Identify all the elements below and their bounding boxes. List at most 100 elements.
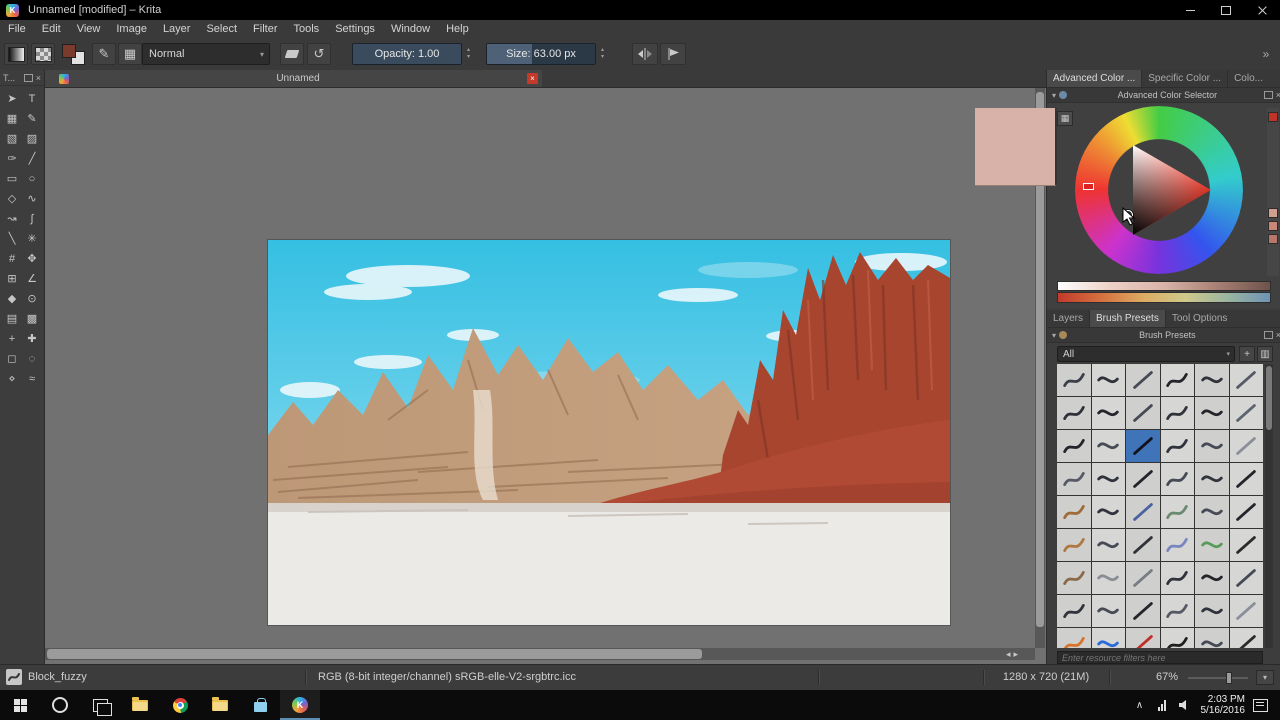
menu-image[interactable]: Image <box>108 20 155 38</box>
brush-preset-thumbnail[interactable] <box>1092 430 1126 462</box>
brush-preset-thumbnail[interactable] <box>1230 430 1264 462</box>
preset-grid-scrollbar[interactable] <box>1265 364 1273 648</box>
brush-preset-thumbnail[interactable] <box>1195 397 1229 429</box>
saturation-value-triangle[interactable] <box>1075 106 1243 274</box>
brush-preset-thumbnail[interactable] <box>1092 364 1126 396</box>
assistants-tool[interactable]: + <box>3 329 22 348</box>
tab-brush-presets[interactable]: Brush Presets <box>1090 310 1166 327</box>
document-tab[interactable]: Unnamed × <box>45 70 542 87</box>
brush-preset-thumbnail[interactable] <box>1195 562 1229 594</box>
pattern-tool[interactable]: ▩ <box>23 309 42 328</box>
color-history-swatch[interactable] <box>1268 234 1278 244</box>
start-button[interactable] <box>0 690 40 720</box>
tab-layers[interactable]: Layers <box>1047 310 1090 327</box>
brush-preset-thumbnail[interactable] <box>1161 628 1195 648</box>
brush-preset-thumbnail[interactable] <box>1126 562 1160 594</box>
brush-preset-thumbnail[interactable] <box>1126 496 1160 528</box>
opacity-slider[interactable]: Opacity: 1.00 <box>352 43 462 65</box>
brush-preset-thumbnail[interactable] <box>1092 595 1126 627</box>
brush-preset-thumbnail[interactable] <box>1161 430 1195 462</box>
zoom-slider[interactable] <box>1188 677 1248 679</box>
brush-preset-thumbnail[interactable] <box>1195 628 1229 648</box>
close-docker-icon[interactable]: × <box>36 73 41 83</box>
maximize-button[interactable] <box>1208 0 1244 20</box>
show-hidden-icons-button[interactable]: ∧ <box>1129 690 1151 720</box>
close-docker-icon[interactable]: × <box>1276 90 1280 100</box>
crop-tool[interactable]: # <box>3 249 22 268</box>
resource-filter-input[interactable] <box>1057 651 1263 664</box>
reload-preset-button[interactable]: ↺ <box>307 43 331 65</box>
line-tool[interactable]: ╱ <box>23 149 42 168</box>
gradient-chooser-button[interactable] <box>4 43 28 65</box>
brush-preset-thumbnail[interactable] <box>1230 364 1264 396</box>
freehand-brush-tool[interactable]: ✑ <box>3 149 22 168</box>
pattern-edit-tool[interactable]: ▨ <box>23 129 42 148</box>
brush-preset-thumbnail[interactable] <box>1126 529 1160 561</box>
brush-preset-thumbnail[interactable] <box>1195 529 1229 561</box>
blending-mode-dropdown[interactable]: Normal ▾ <box>142 43 270 65</box>
taskbar-clock[interactable]: 2:03 PM 5/16/2016 <box>1201 694 1246 716</box>
brush-preset-thumbnail[interactable] <box>1230 595 1264 627</box>
brush-preset-thumbnail[interactable] <box>1057 430 1091 462</box>
dynamic-brush-tool[interactable]: ╲ <box>3 229 22 248</box>
collapse-arrow-icon[interactable]: ▾ <box>1052 331 1056 340</box>
foreground-color-swatch[interactable] <box>62 44 76 58</box>
brush-preset-thumbnail[interactable] <box>1092 628 1126 648</box>
horizontal-scrollbar[interactable]: ◂▸ <box>45 648 1035 660</box>
brush-preset-thumbnail[interactable] <box>1195 430 1229 462</box>
menu-layer[interactable]: Layer <box>155 20 199 38</box>
menu-help[interactable]: Help <box>438 20 477 38</box>
color-history-swatch[interactable] <box>1268 221 1278 231</box>
float-docker-icon[interactable] <box>1264 331 1273 339</box>
brush-preset-thumbnail[interactable] <box>1161 595 1195 627</box>
multibrush-tool[interactable]: ✳ <box>23 229 42 248</box>
tab-tool-options[interactable]: Tool Options <box>1166 310 1280 327</box>
brush-preset-thumbnail[interactable] <box>1092 463 1126 495</box>
mirror-vertical-button[interactable] <box>660 43 686 65</box>
krita-taskbar-button[interactable]: K <box>280 690 320 720</box>
menu-tools[interactable]: Tools <box>286 20 328 38</box>
close-button[interactable] <box>1244 0 1280 20</box>
eraser-mode-button[interactable] <box>280 43 304 65</box>
ellipse-select-tool[interactable]: ◌ <box>23 349 42 368</box>
brush-preset-thumbnail[interactable] <box>1092 529 1126 561</box>
brush-preset-thumbnail[interactable] <box>1126 397 1160 429</box>
rect-select-tool[interactable]: ◻ <box>3 349 22 368</box>
transform-tool[interactable]: ⊞ <box>3 269 22 288</box>
freehand-select-tool[interactable]: ≈ <box>23 369 42 388</box>
shade-selector-strip-hue[interactable] <box>1057 292 1271 303</box>
brush-preset-thumbnail[interactable] <box>1195 496 1229 528</box>
menu-select[interactable]: Select <box>198 20 245 38</box>
task-view-button[interactable] <box>80 690 120 720</box>
opacity-spinner[interactable]: ▴ ▾ <box>463 43 474 65</box>
color-selector-settings-button[interactable]: ▦ <box>1057 111 1073 126</box>
float-docker-icon[interactable] <box>1264 91 1273 99</box>
toolbar-overflow-button[interactable]: » <box>1256 43 1276 65</box>
measure-tool[interactable]: ∠ <box>23 269 42 288</box>
brush-preset-thumbnail[interactable] <box>1161 496 1195 528</box>
choose-brush-preset-button[interactable]: ▦ <box>118 43 142 65</box>
minimize-button[interactable] <box>1172 0 1208 20</box>
gradient-edit-tool[interactable]: ▧ <box>3 129 22 148</box>
folder-button[interactable] <box>200 690 240 720</box>
brush-preset-thumbnail[interactable] <box>1092 397 1126 429</box>
size-spinner[interactable]: ▴ ▾ <box>597 43 608 65</box>
polygon-select-tool[interactable]: ⋄ <box>3 369 22 388</box>
color-picker-tool[interactable]: ⊙ <box>23 289 42 308</box>
brush-preset-thumbnail[interactable] <box>1057 463 1091 495</box>
brush-preset-thumbnail[interactable] <box>1161 562 1195 594</box>
zoom-slider-thumb[interactable] <box>1226 672 1232 684</box>
calligraphy-tool[interactable]: ✎ <box>23 109 42 128</box>
brush-preset-thumbnail[interactable] <box>1126 463 1160 495</box>
search-button[interactable] <box>40 690 80 720</box>
brush-preset-thumbnail[interactable] <box>1057 595 1091 627</box>
file-explorer-button[interactable] <box>120 690 160 720</box>
ellipse-tool[interactable]: ○ <box>23 169 42 188</box>
select-shapes-tool[interactable]: ➤ <box>3 89 22 108</box>
brush-preset-thumbnail[interactable] <box>1092 496 1126 528</box>
brush-preset-thumbnail[interactable] <box>1161 364 1195 396</box>
brush-preset-thumbnail[interactable] <box>1230 463 1264 495</box>
freehand-path-tool[interactable]: ∫ <box>23 209 42 228</box>
brush-preset-thumbnail[interactable] <box>1195 364 1229 396</box>
brush-preset-thumbnail[interactable] <box>1057 529 1091 561</box>
